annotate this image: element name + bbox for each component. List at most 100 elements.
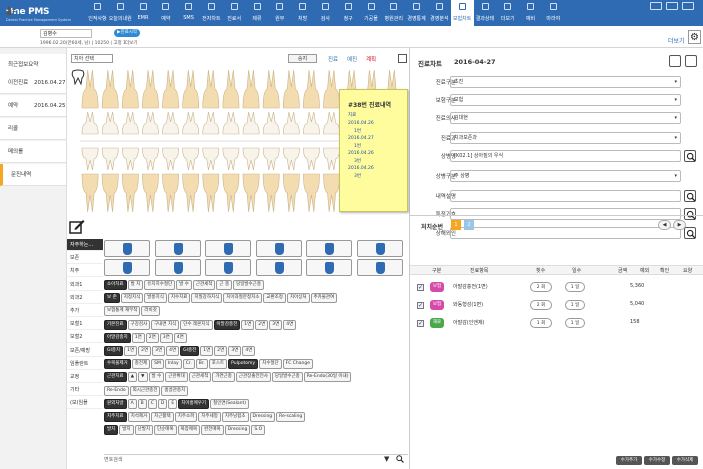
procedure-button[interactable]: GI충전 (180, 346, 200, 356)
tooth[interactable] (81, 69, 99, 109)
procedure-button[interactable]: 러비갖 (141, 306, 160, 317)
tooth[interactable] (222, 69, 240, 109)
procedure-button[interactable]: 1면 (131, 332, 145, 343)
tooth[interactable] (101, 147, 119, 171)
field-input[interactable] (450, 208, 681, 220)
category-item[interactable]: 임플란트 (67, 358, 103, 370)
sidebar-item[interactable]: 예약 2016.04.25 (0, 95, 66, 117)
menu-item[interactable]: 경영분석 (428, 0, 451, 26)
procedure-button[interactable]: Inlay (164, 359, 182, 370)
tooth[interactable] (242, 173, 260, 213)
tooth[interactable] (323, 111, 340, 135)
field-input[interactable]: 치과보존과 ▾ (450, 132, 681, 144)
field-input[interactable] (450, 190, 681, 202)
procedure-button[interactable]: 4면 (283, 319, 297, 330)
procedure-button[interactable]: 발 수 (148, 372, 165, 383)
tooth[interactable] (182, 173, 200, 213)
tooth[interactable] (323, 147, 340, 171)
tooth[interactable] (242, 147, 260, 171)
tooth-procedure-icon-button[interactable] (306, 240, 352, 257)
procedure-button[interactable]: Cr. (182, 359, 195, 370)
procedure-button[interactable]: 치질강하치식 (191, 293, 223, 304)
menu-item[interactable]: 예약 (154, 0, 177, 26)
menu-item[interactable]: EMR (132, 0, 155, 26)
procedure-button[interactable]: 4면 (166, 346, 180, 356)
procedure-button[interactable]: 외시근관충전 (129, 385, 161, 396)
menu-item[interactable]: 진료서 (223, 0, 246, 26)
tooth-procedure-icon-button[interactable] (205, 259, 251, 276)
category-item[interactable]: 보존 (67, 252, 103, 265)
procedure-button[interactable]: Dressing (224, 425, 251, 436)
category-item[interactable]: 자주하는... (67, 239, 103, 251)
tooth-procedure-icon-button[interactable] (154, 259, 201, 276)
menu-item[interactable]: 기공물 (360, 0, 383, 26)
procedure-button[interactable]: 발 수 (176, 280, 192, 290)
tooth[interactable] (202, 147, 220, 171)
procedure-button[interactable]: 1면 (124, 346, 138, 356)
procedure-button[interactable]: 1면 (200, 346, 214, 356)
category-item[interactable]: 기타 (67, 384, 103, 397)
category-item[interactable]: 보존/예방 (67, 345, 103, 357)
procedure-button[interactable]: 완전매복 (201, 425, 224, 436)
procedure-button[interactable]: 근관장출전전사 (235, 372, 271, 383)
procedure-button[interactable]: C (147, 398, 157, 409)
procedure-button[interactable]: 3면 (269, 319, 283, 330)
tooth-procedure-icon-button[interactable] (154, 240, 201, 257)
procedure-button[interactable]: 근 충 (216, 280, 233, 290)
procedure-button[interactable]: Re-Endo (104, 385, 129, 396)
procedure-button[interactable]: 3면 (228, 346, 242, 356)
procedure-button[interactable]: Re-Endo(30일 이내) (303, 372, 352, 383)
procedure-button[interactable]: 구내면 치식 (151, 319, 180, 330)
sidebar-item[interactable]: 문진내역 (0, 164, 66, 186)
tooth[interactable] (182, 111, 200, 135)
procedure-button[interactable]: 원외처방 (104, 398, 127, 409)
procedure-button[interactable]: 발홍치식 (144, 293, 167, 304)
more-link[interactable]: 더보기 (668, 36, 685, 45)
procedure-button[interactable]: 치주낭합초 (221, 412, 249, 422)
procedure-button[interactable]: 2면 (138, 346, 152, 356)
tooth[interactable] (222, 111, 240, 135)
procedure-button[interactable]: 발 치 (127, 280, 144, 290)
row-days-stepper[interactable]: 1 일 (565, 282, 585, 292)
menu-item[interactable]: 청구 (337, 0, 360, 26)
procedure-button[interactable]: 발치 (119, 425, 134, 436)
close-icon[interactable] (682, 2, 694, 10)
field-input[interactable]: 초진 ▾ (450, 76, 681, 88)
tooth[interactable] (162, 147, 179, 171)
menu-item[interactable]: 경영통계 (405, 0, 428, 26)
procedure-button[interactable]: 소아치료 (104, 280, 127, 290)
procedure-button[interactable]: E (168, 398, 178, 409)
tooth[interactable] (262, 173, 280, 213)
procedure-button[interactable]: 치아과절한정치소 (223, 293, 263, 304)
procedure-button[interactable]: 치아상처 (286, 293, 310, 304)
procedure-button[interactable]: 유치치수절단 (144, 280, 176, 290)
tooth[interactable] (121, 173, 139, 213)
procedure-button[interactable]: Br. (195, 359, 208, 370)
menu-item[interactable]: 오늘의내원 (109, 0, 132, 26)
field-input[interactable]: [K02.1] 상아질의 우식 (450, 150, 681, 162)
delete-fee-button[interactable]: 수가삭제 (672, 456, 698, 465)
tooth[interactable] (101, 69, 119, 109)
menu-item[interactable]: 검사 (314, 0, 337, 26)
tooth[interactable] (121, 69, 139, 109)
procedure-button[interactable]: 당일발수근충 (233, 280, 264, 290)
minimize-icon[interactable] (650, 2, 662, 10)
procedure-button[interactable]: 아말감충치 (104, 332, 131, 343)
tooth[interactable] (262, 69, 280, 109)
procedure-row[interactable]: ✓ 재료 아말감(인앤제) 1 회 1 일 158 (410, 318, 703, 332)
search-icon[interactable] (396, 455, 404, 463)
procedure-button[interactable]: 3면 (159, 332, 173, 343)
procedure-button[interactable]: 치주소파 (174, 412, 198, 422)
gear-icon[interactable]: ⚙ (688, 30, 701, 44)
tooth[interactable] (303, 111, 320, 135)
procedure-button[interactable]: 근관세척 (192, 280, 216, 290)
tooth[interactable] (121, 147, 139, 171)
procedure-button[interactable]: Pulpotomy (228, 359, 259, 370)
tooth-procedure-icon-button[interactable] (104, 259, 150, 276)
tooth[interactable] (222, 147, 240, 171)
procedure-button[interactable]: 치수절단 (259, 359, 282, 370)
procedure-button[interactable]: 치주치료 (104, 412, 127, 422)
procedure-row[interactable]: ✓ 보험 아말감충전(1면) 2 회 1 일 5,360 (410, 282, 703, 296)
procedure-button[interactable]: 치석제거 (127, 412, 151, 422)
tooth[interactable] (202, 173, 220, 213)
